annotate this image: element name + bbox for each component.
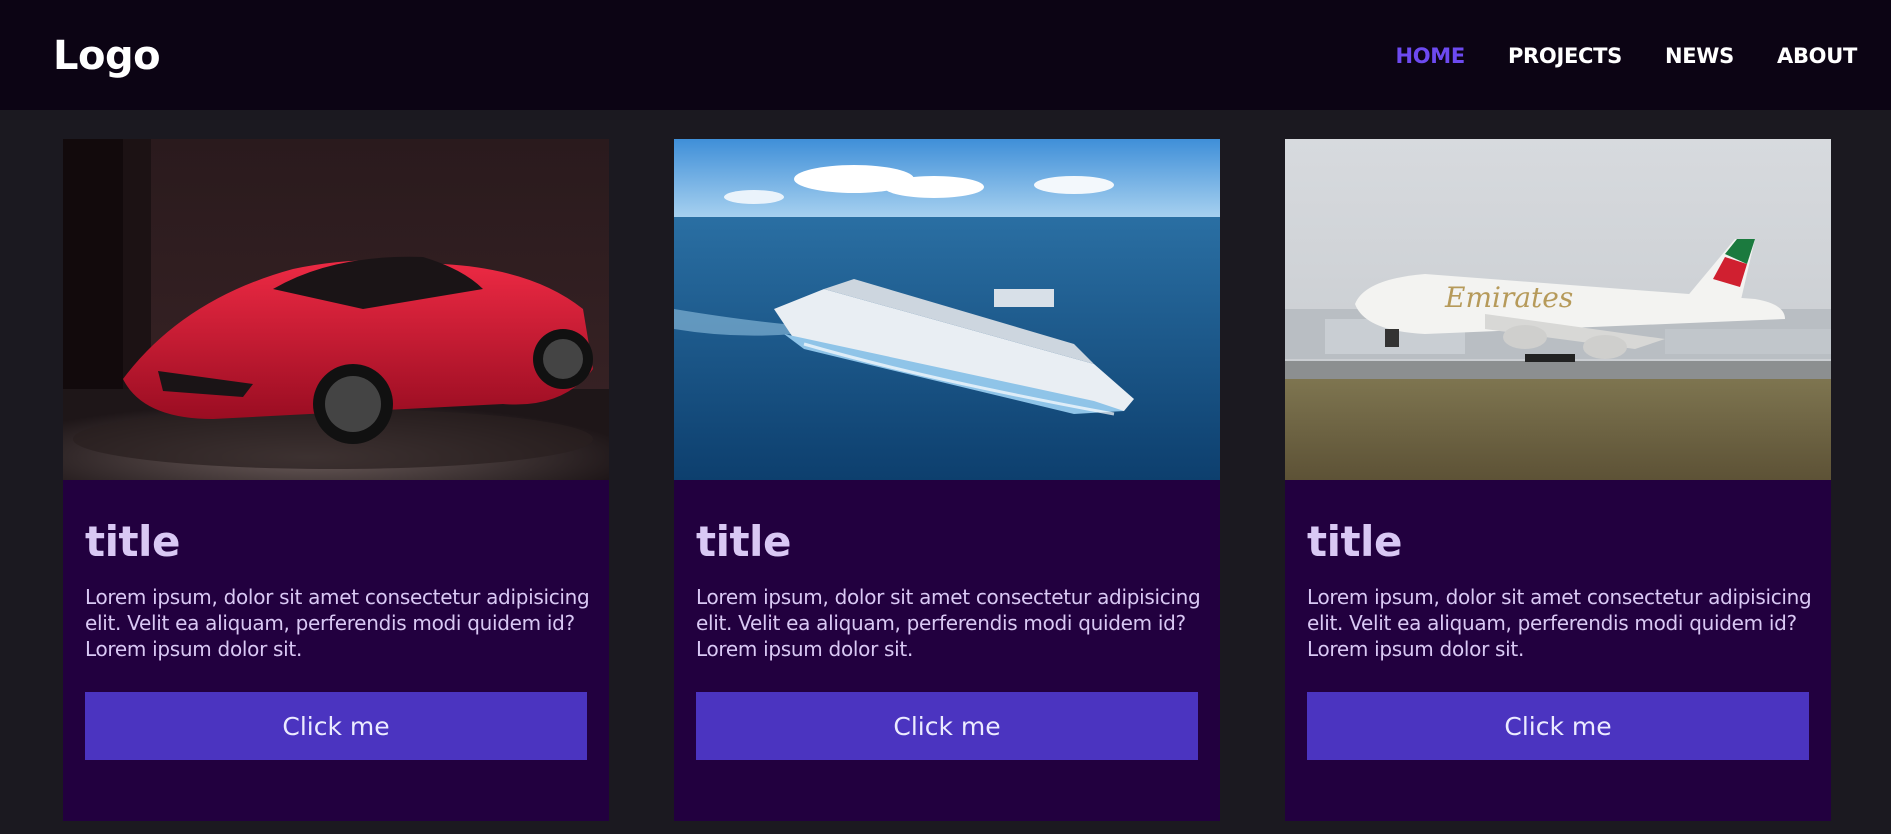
click-me-button[interactable]: Click me <box>1307 692 1809 760</box>
cruise-ship-photo <box>674 139 1220 480</box>
logo[interactable]: Logo <box>53 30 161 82</box>
ship-image <box>674 139 1220 480</box>
airplane-photo: Emirates <box>1285 139 1831 480</box>
svg-text:Emirates: Emirates <box>1444 281 1573 314</box>
card-title: title <box>696 517 791 566</box>
navbar: Logo HOME PROJECTS NEWS ABOUT <box>0 0 1891 110</box>
car-image <box>63 139 609 480</box>
card-text: Lorem ipsum, dolor sit amet consectetur … <box>1307 585 1812 661</box>
nav-projects[interactable]: PROJECTS <box>1508 42 1622 70</box>
nav-news[interactable]: NEWS <box>1665 42 1734 70</box>
card-title: title <box>85 517 180 566</box>
card-text: Lorem ipsum, dolor sit amet consectetur … <box>696 585 1201 661</box>
plane-image: Emirates <box>1285 139 1831 480</box>
card-text: Lorem ipsum, dolor sit amet consectetur … <box>85 585 590 661</box>
nav-about[interactable]: ABOUT <box>1777 42 1857 70</box>
red-sports-car-photo <box>63 139 609 480</box>
click-me-button[interactable]: Click me <box>696 692 1198 760</box>
card-title: title <box>1307 517 1402 566</box>
click-me-button[interactable]: Click me <box>85 692 587 760</box>
card-plane: Emirates title Lorem ipsum, dolor sit am… <box>1285 139 1831 821</box>
nav-home[interactable]: HOME <box>1395 42 1465 70</box>
card-ship: title Lorem ipsum, dolor sit amet consec… <box>674 139 1220 821</box>
nav-menu: HOME PROJECTS NEWS ABOUT <box>1395 42 1857 70</box>
card-car: title Lorem ipsum, dolor sit amet consec… <box>63 139 609 821</box>
